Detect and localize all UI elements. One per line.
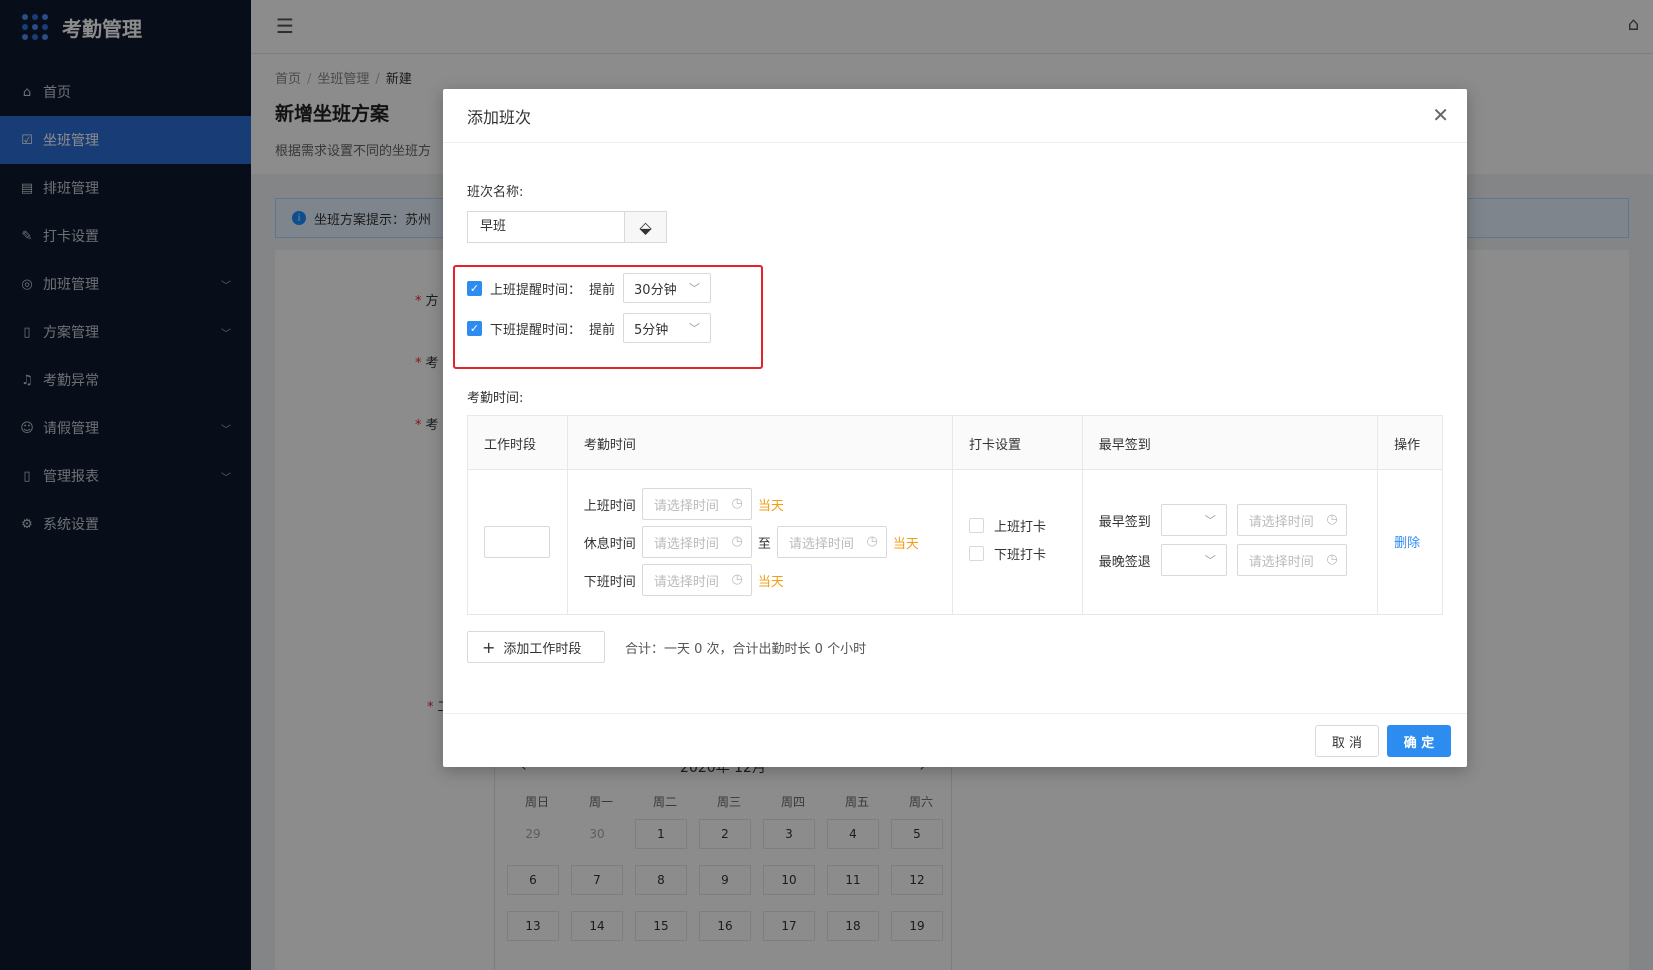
clock-in-punch-label: 上班打卡	[994, 520, 1047, 535]
rest-time-label: 休息时间	[583, 536, 636, 552]
clock-out-time-label: 下班时间	[583, 574, 636, 590]
action-cell: 删除	[1378, 470, 1442, 614]
confirm-button[interactable]: 确 定	[1387, 725, 1451, 757]
attendance-table: 工作时段 考勤时间 打卡设置 最早签到 操作 上班时间 请选择时间 ◷ 当天 休息…	[467, 415, 1443, 615]
clock-out-time-row: 下班时间 请选择时间 ◷ 当天	[584, 564, 784, 596]
earliest-signin-time-picker[interactable]: 请选择时间 ◷	[1236, 504, 1347, 536]
same-day-label: 当天	[757, 498, 784, 514]
earliest-signin-row: 最早签到 ﹀ 请选择时间 ◷	[1099, 504, 1347, 536]
clock-in-punch-checkbox[interactable]	[969, 518, 984, 533]
column-header: 操作	[1394, 437, 1421, 453]
earliest-signin-label: 最早签到	[1098, 514, 1151, 530]
clock-in-time-picker[interactable]: 请选择时间 ◷	[641, 488, 752, 520]
latest-signout-time-picker[interactable]: 请选择时间 ◷	[1236, 544, 1347, 576]
clock-in-reminder-prefix: 提前	[589, 282, 616, 298]
clock-out-time-picker[interactable]: 请选择时间 ◷	[641, 564, 752, 596]
table-header: 工作时段 考勤时间 打卡设置 最早签到 操作	[468, 416, 1442, 470]
clock-out-punch-label: 下班打卡	[994, 548, 1047, 563]
clock-icon: ◷	[1326, 512, 1338, 527]
rest-start-time-picker[interactable]: 请选择时间 ◷	[641, 526, 752, 558]
summary-text: 合计：一天 0 次，合计出勤时长 0 个小时	[625, 642, 867, 657]
clock-out-reminder-checkbox[interactable]: ✓	[467, 320, 482, 336]
chevron-down-icon: ﹀	[1204, 514, 1216, 527]
chevron-down-icon: ﹀	[1204, 554, 1216, 567]
latest-signout-row: 最晚签退 ﹀ 请选择时间 ◷	[1099, 544, 1347, 576]
clock-icon: ◷	[731, 496, 743, 511]
work-segment-input[interactable]	[484, 526, 550, 558]
clock-in-reminder-label: 上班提醒时间：	[490, 282, 582, 298]
work-segment-cell	[468, 470, 568, 614]
clock-out-punch-row: 下班打卡	[969, 544, 1046, 563]
delete-link[interactable]: 删除	[1394, 532, 1420, 551]
clock-in-reminder-checkbox[interactable]: ✓	[467, 280, 482, 296]
column-header: 最早签到	[1083, 416, 1379, 470]
earliest-signin-cell: 最早签到 ﹀ 请选择时间 ◷ 最晚签退 ﹀ 请选择时间 ◷	[1083, 470, 1379, 614]
clock-in-time-label: 上班时间	[583, 498, 636, 514]
latest-signout-select[interactable]: ﹀	[1160, 544, 1227, 576]
clock-in-time-row: 上班时间 请选择时间 ◷ 当天	[584, 488, 784, 520]
latest-signout-label: 最晚签退	[1098, 554, 1151, 570]
punch-settings-cell: 上班打卡 下班打卡	[953, 470, 1083, 614]
clock-out-reminder-select[interactable]: 5分钟 ﹀	[623, 313, 712, 343]
add-work-segment-button[interactable]: + 添加工作时段	[467, 631, 605, 663]
chevron-down-icon: ﹀	[689, 322, 701, 335]
plus-icon: +	[482, 637, 496, 657]
column-header: 打卡设置	[953, 416, 1083, 470]
rest-end-time-picker[interactable]: 请选择时间 ◷	[776, 526, 887, 558]
clock-icon: ◷	[866, 534, 878, 549]
dialog-footer: 取 消 确 定	[443, 713, 1467, 767]
rest-time-row: 休息时间 请选择时间 ◷ 至 请选择时间 ◷ 当天	[584, 526, 919, 558]
add-shift-dialog: 添加班次 ✕ 班次名称: 早班 ⬙ ✓ 上班提醒时间： 提前 30分钟 ﹀ ✓ …	[443, 89, 1467, 767]
same-day-label: 当天	[757, 574, 784, 590]
clock-out-reminder-label: 下班提醒时间：	[490, 322, 582, 338]
table-row: 上班时间 请选择时间 ◷ 当天 休息时间 请选择时间 ◷ 至 请选择时间 ◷ 当天 下…	[468, 470, 1442, 614]
attendance-time-cell: 上班时间 请选择时间 ◷ 当天 休息时间 请选择时间 ◷ 至 请选择时间 ◷ 当天 下…	[568, 470, 953, 614]
dialog-header: 添加班次 ✕	[443, 89, 1467, 143]
dialog-title: 添加班次	[467, 107, 532, 127]
clock-in-punch-row: 上班打卡	[969, 516, 1046, 535]
range-to-label: 至	[757, 536, 771, 552]
column-header: 考勤时间	[568, 416, 953, 470]
shift-name-label: 班次名称:	[467, 185, 524, 200]
earliest-signin-select[interactable]: ﹀	[1160, 504, 1227, 536]
clock-out-reminder-row: ✓ 下班提醒时间： 提前 5分钟 ﹀	[467, 313, 712, 343]
clock-icon: ◷	[731, 534, 743, 549]
same-day-label: 当天	[892, 536, 919, 552]
clock-out-reminder-prefix: 提前	[589, 322, 616, 338]
close-icon[interactable]: ✕	[1432, 103, 1449, 127]
clock-in-reminder-row: ✓ 上班提醒时间： 提前 30分钟 ﹀	[467, 273, 712, 303]
chevron-down-icon: ﹀	[689, 282, 701, 295]
clock-icon: ◷	[731, 572, 743, 587]
clock-icon: ◷	[1326, 552, 1338, 567]
clock-out-punch-checkbox[interactable]	[969, 546, 984, 561]
attendance-time-label: 考勤时间:	[467, 391, 524, 406]
paint-bucket-icon[interactable]: ⬙	[624, 211, 667, 243]
cancel-button[interactable]: 取 消	[1315, 725, 1379, 757]
column-header: 工作时段	[468, 416, 568, 470]
clock-in-reminder-select[interactable]: 30分钟 ﹀	[623, 273, 712, 303]
